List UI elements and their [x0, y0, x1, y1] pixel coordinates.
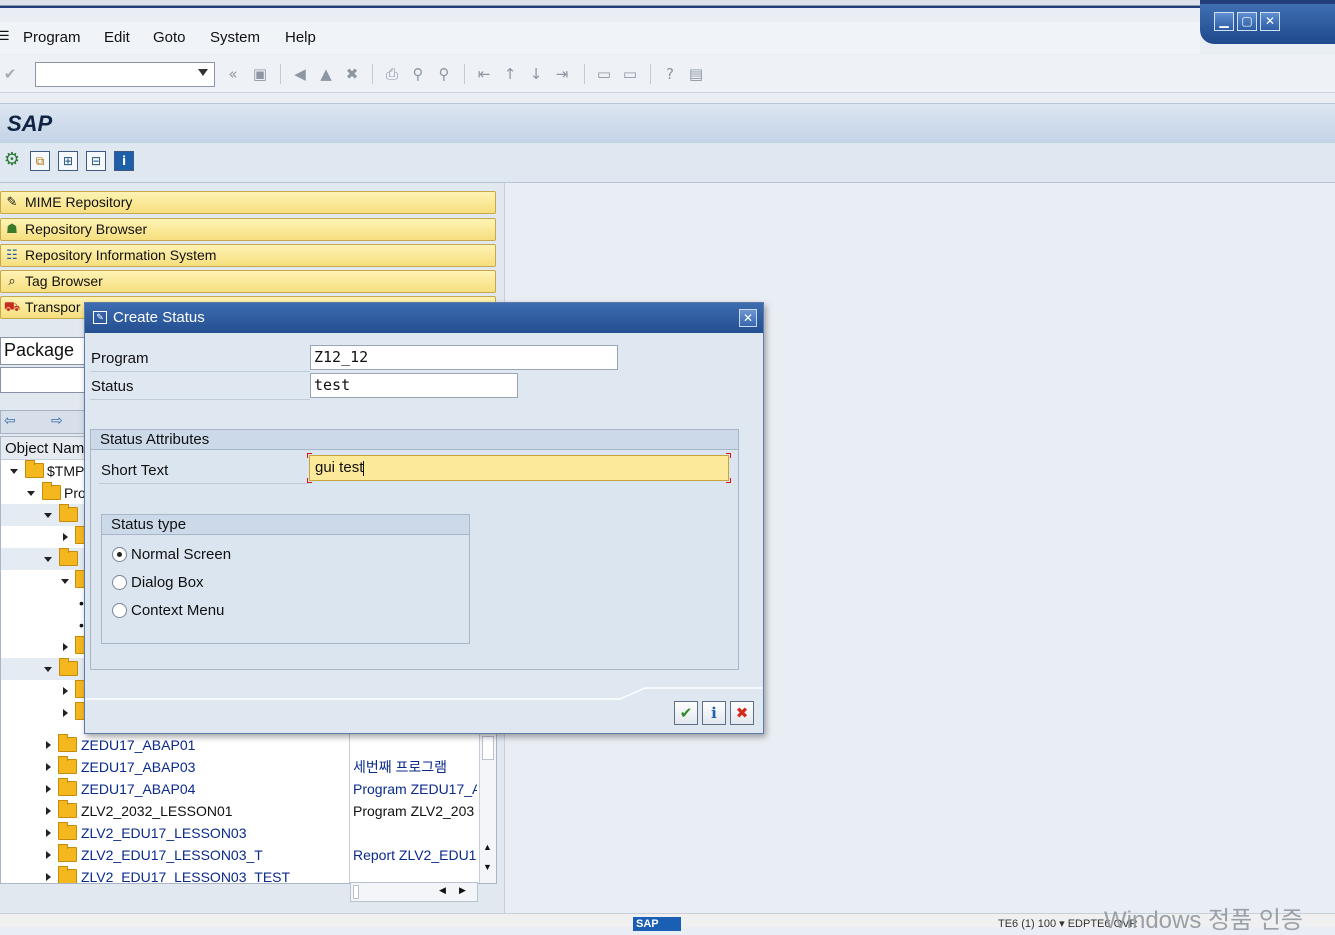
page-title: SAP — [7, 111, 53, 136]
new-session-icon[interactable]: ▭ — [594, 64, 614, 84]
first-page-icon[interactable]: ⇤ — [474, 64, 494, 84]
status-bar: SAP TE6 (1) 100 ▾ EDPTE6 OVR Windows 정품 … — [0, 907, 1335, 934]
chevron-down-icon[interactable] — [198, 69, 208, 76]
shortcut-icon[interactable]: ▭ — [620, 64, 640, 84]
info-icon: ℹ — [711, 704, 717, 722]
cancel-icon[interactable]: ✖ — [342, 64, 362, 84]
tree-horizontal-scrollbar[interactable]: ◀ ▶ — [350, 882, 478, 902]
maximize-icon[interactable]: ▢ — [1237, 12, 1257, 31]
title-bar: SAP — [0, 103, 1335, 143]
object-list-icon[interactable]: ⧉ — [30, 151, 50, 171]
tree-vertical-scrollbar[interactable]: ▲ ▼ — [479, 734, 496, 883]
program-label: Program — [91, 350, 149, 367]
sap-logo: SAP — [633, 917, 681, 931]
menu-bar: ☰ Program Edit Goto System Help — [0, 22, 1200, 54]
expand-icon[interactable]: ⊞ — [58, 151, 78, 171]
status-field[interactable]: test — [310, 373, 518, 398]
last-page-icon[interactable]: ⇥ — [552, 64, 572, 84]
help-icon[interactable]: ? — [660, 64, 680, 84]
info-icon[interactable]: i — [114, 151, 134, 171]
application-toolbar: ⚙ ⧉ ⊞ ⊟ i — [0, 143, 1335, 183]
save-icon[interactable]: ▣ — [250, 64, 270, 84]
radio-icon[interactable] — [112, 603, 127, 618]
menu-hamburger-icon[interactable]: ☰ — [0, 28, 10, 44]
truck-icon: ⛟ — [3, 300, 21, 315]
short-text-label: Short Text — [101, 462, 169, 479]
arrow-left-icon[interactable]: ⇦ — [4, 412, 16, 429]
tree-node-zedu17-abap03[interactable]: ZEDU17_ABAP03 세번째 프로그램 — [1, 756, 479, 778]
status-type-group: Status type Normal Screen Dialog Box Con… — [101, 514, 470, 644]
tab-strip — [0, 0, 1200, 6]
navigation-arrows: ⇦ ⇨ — [0, 410, 85, 434]
scroll-left-icon[interactable]: ◀ — [439, 885, 446, 896]
layout-menu-icon[interactable]: ▤ — [686, 64, 706, 84]
find-icon[interactable]: ⚲ — [408, 64, 428, 84]
find-next-icon[interactable]: ⚲ — [434, 64, 454, 84]
print-icon[interactable]: ⎙ — [382, 64, 402, 84]
radio-icon[interactable] — [112, 575, 127, 590]
scroll-down-icon[interactable]: ▼ — [483, 862, 492, 872]
arrow-right-icon[interactable]: ⇨ — [51, 412, 63, 429]
back-icon[interactable]: ◀ — [290, 64, 310, 84]
create-status-dialog: ✎ Create Status ✕ Program Z12_12 Status … — [84, 302, 764, 734]
status-attributes-group: Status Attributes Short Text gui test St… — [90, 429, 739, 670]
status-attributes-title: Status Attributes — [91, 430, 738, 450]
tag-browser-button[interactable]: ⌕ Tag Browser — [0, 270, 496, 293]
enter-check-icon[interactable]: ✔ — [0, 64, 20, 84]
mime-repository-icon: ✎ — [6, 195, 18, 210]
continue-button[interactable]: ✔ — [674, 701, 698, 725]
command-field[interactable] — [35, 62, 215, 87]
menu-system[interactable]: System — [210, 29, 260, 46]
info-system-icon: ☷ — [6, 248, 18, 263]
checkmark-icon: ✔ — [679, 704, 693, 722]
previous-page-icon[interactable]: ↑ — [500, 64, 520, 84]
status-type-title: Status type — [102, 515, 469, 535]
hierarchy-icon: ☗ — [6, 222, 18, 237]
exit-icon[interactable]: ▲ — [316, 64, 336, 84]
tree-node-zedu17-abap01[interactable]: ZEDU17_ABAP01 — [1, 734, 479, 756]
close-window-icon[interactable]: ✕ — [1260, 12, 1280, 31]
repository-browser-button[interactable]: ☗ Repository Browser — [0, 218, 496, 241]
menu-help[interactable]: Help — [285, 29, 316, 46]
dialog-footer-divider — [85, 687, 763, 700]
tree-node-zlv2-edu17-lesson03[interactable]: ZLV2_EDU17_LESSON03 — [1, 822, 479, 844]
tree-node-zlv2-2032-lesson01[interactable]: ZLV2_2032_LESSON01 Program ZLV2_203 — [1, 800, 479, 822]
close-icon[interactable]: ✕ — [739, 309, 757, 327]
info-button[interactable]: ℹ — [702, 701, 726, 725]
scroll-right-icon[interactable]: ▶ — [459, 885, 466, 896]
dialog-title-bar: ✎ Create Status ✕ — [85, 303, 763, 333]
window-controls: ▁ ▢ ✕ — [1200, 4, 1335, 44]
minimize-icon[interactable]: ▁ — [1214, 12, 1234, 31]
tag-browser-icon: ⌕ — [8, 274, 16, 289]
short-text-input[interactable]: gui test — [307, 453, 731, 483]
object-type-select[interactable]: Package — [0, 337, 85, 365]
next-page-icon[interactable]: ↓ — [526, 64, 546, 84]
back-double-icon[interactable]: « — [223, 64, 243, 84]
menu-edit[interactable]: Edit — [104, 29, 130, 46]
mime-repository-button[interactable]: ✎ MIME Repository — [0, 191, 496, 214]
cancel-x-icon: ✖ — [735, 704, 749, 722]
status-label: Status — [91, 378, 134, 395]
tree-node-zlv2-edu17-lesson03-t[interactable]: ZLV2_EDU17_LESSON03_T Report ZLV2_EDU1 — [1, 844, 479, 866]
windows-activation-watermark: Windows 정품 인증 — [1104, 907, 1304, 934]
dialog-icon: ✎ — [93, 311, 107, 324]
repository-info-system-button[interactable]: ☷ Repository Information System — [0, 244, 496, 267]
activate-icon[interactable]: ⚙ — [2, 151, 22, 171]
scroll-up-icon[interactable]: ▲ — [483, 842, 492, 852]
program-field[interactable]: Z12_12 — [310, 345, 618, 370]
menu-goto[interactable]: Goto — [153, 29, 186, 46]
radio-selected-icon[interactable] — [112, 547, 127, 562]
collapse-icon[interactable]: ⊟ — [86, 151, 106, 171]
dialog-title: Create Status — [113, 309, 205, 326]
menu-program[interactable]: Program — [23, 29, 81, 46]
cancel-button[interactable]: ✖ — [730, 701, 754, 725]
package-input[interactable] — [0, 367, 85, 393]
tree-node-zedu17-abap04[interactable]: ZEDU17_ABAP04 Program ZEDU17_A — [1, 778, 479, 800]
